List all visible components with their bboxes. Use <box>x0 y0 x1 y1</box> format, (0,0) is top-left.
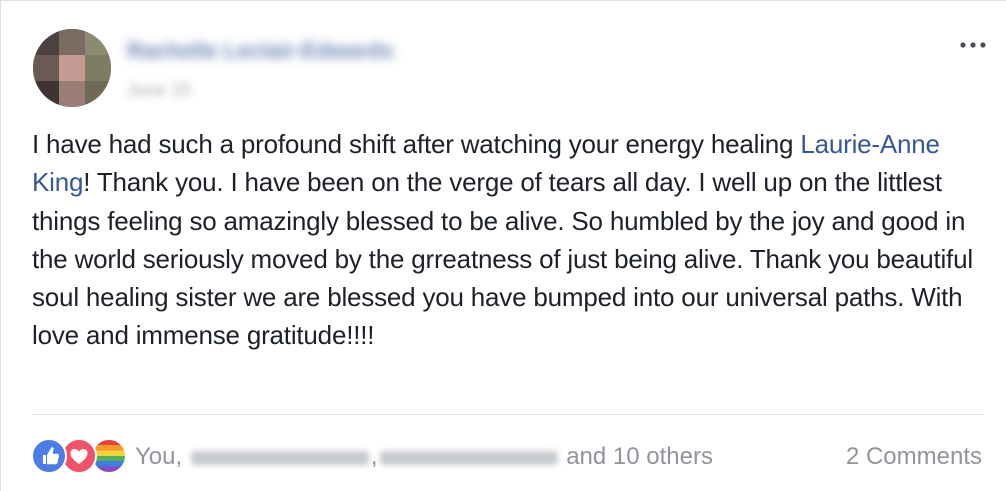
reactors-you: You, <box>135 443 183 470</box>
divider <box>32 414 983 415</box>
ellipsis-icon[interactable] <box>957 37 991 53</box>
post-card: Rachelle Leclair-Edwards June 15 I have … <box>0 0 1006 491</box>
post-text-rest: ! Thank you. I have been on the verge of… <box>32 167 973 351</box>
reactors-others: and 10 others <box>566 443 713 470</box>
post-body: I have had such a profound shift after w… <box>32 125 982 355</box>
reaction-icons[interactable] <box>31 438 127 474</box>
author-avatar[interactable] <box>33 29 111 107</box>
blurred-name <box>379 450 558 465</box>
blurred-name <box>190 450 369 465</box>
comments-count-link[interactable]: 2 Comments <box>846 442 982 472</box>
reactors-separator: , <box>370 443 378 470</box>
post-date[interactable]: June 15 <box>127 79 223 101</box>
reactors-text[interactable]: You, , and 10 others <box>135 442 713 472</box>
like-icon <box>31 438 67 474</box>
post-text-start: I have had such a profound shift after w… <box>32 129 801 159</box>
author-name[interactable]: Rachelle Leclair-Edwards <box>127 39 477 63</box>
